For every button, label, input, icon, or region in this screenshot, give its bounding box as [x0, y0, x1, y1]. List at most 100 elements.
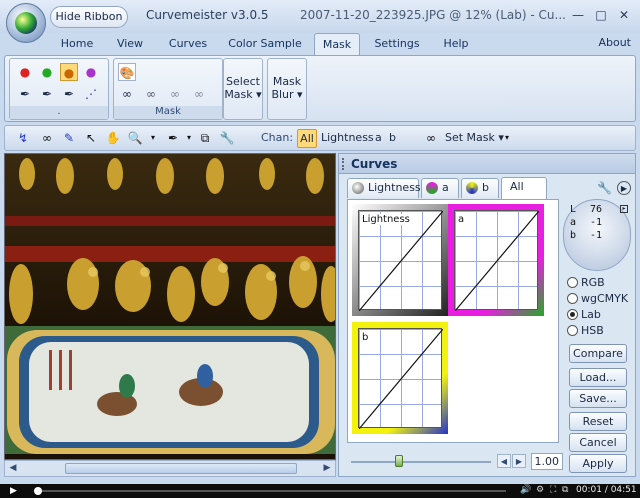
fullscreen-icon[interactable]: ⛶	[550, 485, 556, 495]
mask-tool-icon[interactable]: ∞	[39, 130, 55, 146]
cancel-button[interactable]: Cancel	[569, 433, 627, 452]
chan-all-button[interactable]: All	[297, 129, 317, 148]
select-mask-button[interactable]: Select Mask ▾	[223, 58, 263, 120]
eyedropper-add-icon[interactable]: ✒	[38, 85, 56, 103]
toolbar-overflow-icon[interactable]: ▾	[499, 130, 515, 146]
wrench-tool-icon[interactable]: 🔧	[219, 130, 235, 146]
curves-tab-b[interactable]: b	[461, 178, 499, 198]
image-canvas[interactable]	[4, 153, 336, 460]
pointer-icon[interactable]: ↖	[83, 130, 99, 146]
zoom-increase-button[interactable]: ▶	[512, 454, 526, 468]
zoom-slider-row: ◀ ▶ 1.00	[347, 453, 563, 471]
close-button[interactable]: ✕	[614, 6, 634, 24]
mode-hsb-label: HSB	[581, 324, 604, 337]
reset-button[interactable]: Reset	[569, 412, 627, 431]
minimize-button[interactable]: —	[568, 6, 588, 24]
zoom-value-field[interactable]: 1.00	[531, 453, 563, 470]
load-button[interactable]: Load...	[569, 368, 627, 387]
ribbon-group-mask-label: Mask	[114, 106, 222, 119]
panel-grip-icon[interactable]	[342, 158, 346, 170]
zoom-slider-knob[interactable]	[395, 455, 403, 467]
video-progress-knob[interactable]	[33, 487, 42, 495]
hand-icon[interactable]: ✋	[105, 130, 121, 146]
tab-mask[interactable]: Mask	[314, 33, 360, 55]
settings-icon[interactable]: ⚙	[536, 485, 544, 495]
readout-L-key: L	[570, 204, 577, 215]
curves-tab-a[interactable]: a	[421, 178, 459, 198]
zoom-dropdown-icon[interactable]: ▾	[145, 130, 161, 146]
popout-icon[interactable]: ⧉	[562, 485, 568, 495]
set-mask-icon: ∞	[426, 131, 436, 145]
apply-button[interactable]: Apply	[569, 454, 627, 473]
mask-blur-line1: Mask	[272, 75, 302, 88]
tab-settings[interactable]: Settings	[368, 33, 426, 55]
b-grid[interactable]: b	[358, 328, 443, 429]
zoom-slider-track[interactable]	[351, 461, 491, 463]
chan-lightness-button[interactable]: Lightness	[321, 131, 374, 144]
mask-chain3-icon[interactable]: ∞	[190, 85, 208, 103]
curve-graph-b[interactable]: b	[352, 322, 448, 434]
ribbon-group-tools-label: .	[10, 106, 108, 119]
set-mask-button[interactable]: Set Mask ▾	[445, 131, 504, 144]
pen-tool-icon[interactable]: ✎	[61, 130, 77, 146]
color-dots-purple-icon[interactable]: ●	[82, 63, 100, 81]
video-play-icon[interactable]: ▶	[10, 486, 17, 496]
a-curve	[455, 211, 539, 311]
chan-b-button[interactable]: b	[389, 131, 396, 144]
image-horizontal-scrollbar[interactable]: ◀ ▶	[4, 460, 336, 477]
hide-ribbon-button[interactable]: Hide Ribbon	[50, 6, 128, 28]
readout-toggle-icon[interactable]: ▸	[620, 205, 628, 213]
zoom-decrease-button[interactable]: ◀	[497, 454, 511, 468]
tab-view[interactable]: View	[110, 33, 150, 55]
scroll-right-icon[interactable]: ▶	[320, 462, 334, 475]
color-dots-green-icon[interactable]: ●	[38, 63, 56, 81]
readout-b-value: -1	[590, 230, 603, 241]
mode-lab-radio[interactable]: Lab	[567, 308, 601, 321]
a-grid[interactable]: a	[454, 210, 539, 311]
tab-curves[interactable]: Curves	[162, 33, 214, 55]
eyedropper-tool-icon[interactable]: ✒	[165, 130, 181, 146]
mode-hsb-radio[interactable]: HSB	[567, 324, 604, 337]
volume-icon[interactable]: 🔊	[520, 485, 531, 495]
eyedropper-remove-icon[interactable]: ✒	[60, 85, 78, 103]
eyedropper-dot-icon[interactable]: ⋰	[82, 85, 100, 103]
readout-a-value: -1	[590, 217, 603, 228]
about-link[interactable]: About	[598, 36, 631, 49]
color-dots-red-icon[interactable]: ●	[16, 63, 34, 81]
video-progress-track[interactable]	[33, 487, 506, 495]
mask-blur-button[interactable]: Mask Blur ▾	[267, 58, 307, 120]
temple-photo	[5, 154, 335, 459]
eyedropper-icon[interactable]: ✒	[16, 85, 34, 103]
zoom-icon[interactable]: 🔍	[127, 130, 143, 146]
curve-tool-icon[interactable]: ↯	[15, 130, 31, 146]
color-dots-yellow-icon[interactable]: ●	[60, 63, 78, 81]
eyedropper-dropdown-icon[interactable]: ▾	[181, 130, 197, 146]
tab-home[interactable]: Home	[54, 33, 100, 55]
maximize-button[interactable]: □	[591, 6, 611, 24]
copy-icon[interactable]: ⧉	[197, 130, 213, 146]
tab-color-sample[interactable]: Color Sample	[226, 33, 304, 55]
mask-palette-icon[interactable]: 🎨	[118, 63, 136, 81]
chan-a-button[interactable]: a	[375, 131, 382, 144]
scrollbar-thumb[interactable]	[65, 463, 297, 474]
chan-label: Chan:	[261, 131, 294, 144]
mask-chain2-icon[interactable]: ∞	[166, 85, 184, 103]
save-button[interactable]: Save...	[569, 389, 627, 408]
mode-rgb-radio[interactable]: RGB	[567, 276, 605, 289]
curve-graph-a[interactable]: a	[448, 204, 544, 316]
mask-loop-icon[interactable]: ∞	[118, 85, 136, 103]
curves-panel: Curves Lightness a b All 🔧 ▶ Lightness a…	[338, 153, 636, 477]
wrench-icon[interactable]: 🔧	[597, 181, 612, 195]
lightness-grid[interactable]: Lightness	[358, 210, 443, 311]
mode-wgcmyk-radio[interactable]: wgCMYK	[567, 292, 628, 305]
curves-tab-all[interactable]: All	[501, 177, 547, 199]
play-icon[interactable]: ▶	[617, 181, 631, 195]
mask-chain-icon[interactable]: ∞	[142, 85, 160, 103]
radio-circle-icon	[567, 277, 578, 288]
compare-button[interactable]: Compare	[569, 344, 627, 363]
curves-tab-lightness[interactable]: Lightness	[347, 178, 421, 198]
tab-help[interactable]: Help	[436, 33, 476, 55]
curve-graph-lightness[interactable]: Lightness	[352, 204, 448, 316]
app-orb-button[interactable]	[6, 3, 46, 43]
scroll-left-icon[interactable]: ◀	[6, 462, 20, 475]
